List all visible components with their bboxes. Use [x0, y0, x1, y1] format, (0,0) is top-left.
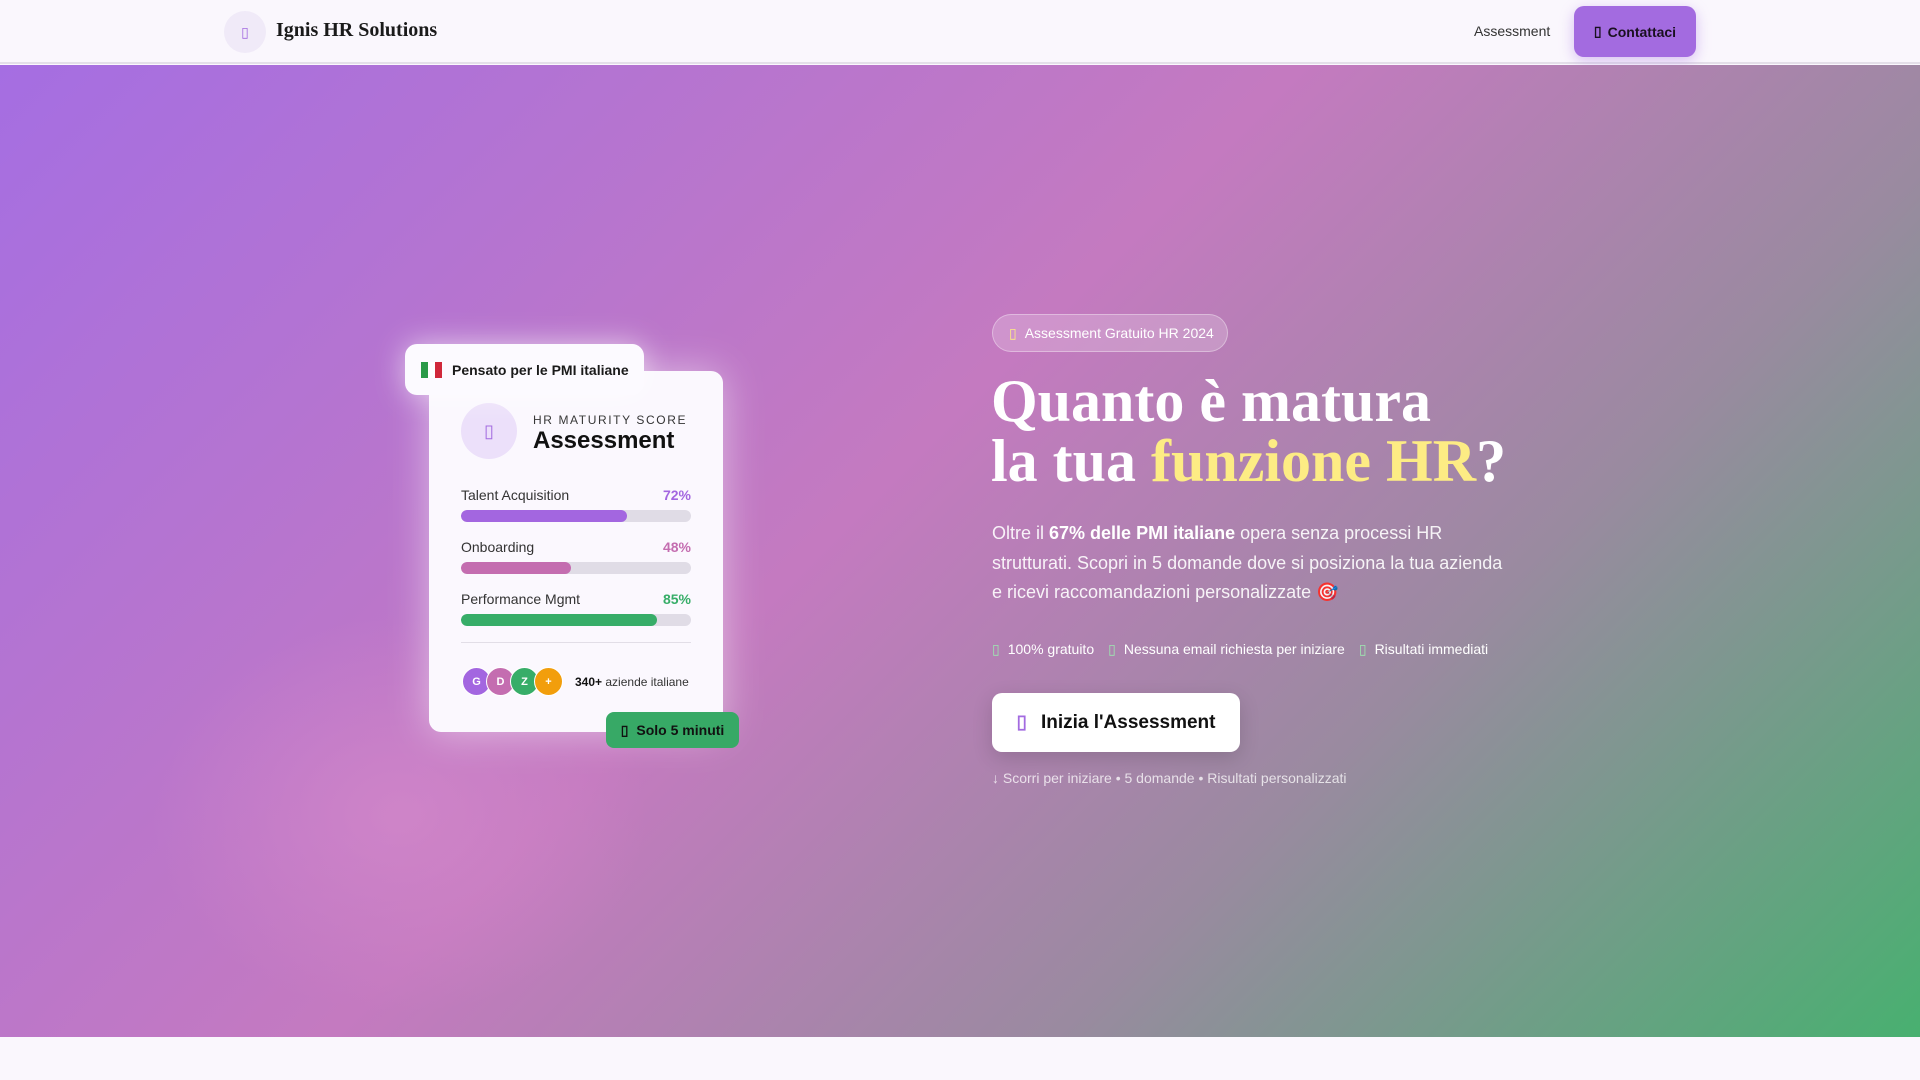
contact-button[interactable]: ▯ Contattaci — [1574, 6, 1696, 57]
progress-fill — [461, 510, 627, 522]
hero-description: Oltre il 67% delle PMI italiane opera se… — [992, 519, 1512, 608]
hero-section: ▯ HR MATURITY SCORE Assessment Talent Ac… — [0, 65, 1920, 1037]
progress-fill — [461, 562, 572, 574]
tag-label: Pensato per le PMI italiane — [452, 361, 629, 378]
hero-badge: ▯ Assessment Gratuito HR 2024 — [992, 314, 1228, 352]
metric-value: 48% — [662, 539, 691, 555]
metric-label: Onboarding — [461, 539, 535, 555]
avatar-stack: G D Z + — [462, 667, 563, 696]
benefit-item: ▯ Nessuna email richiesta per iniziare — [1108, 641, 1345, 658]
italy-flag-icon — [421, 361, 442, 378]
start-label: Inizia l'Assessment — [1040, 711, 1216, 733]
companies-count: 340+ aziende italiane — [575, 675, 689, 689]
score-card: ▯ HR MATURITY SCORE Assessment Talent Ac… — [429, 371, 723, 732]
benefit-label: 100% gratuito — [1007, 641, 1095, 657]
progress-bar — [461, 562, 691, 574]
metric-performance: Performance Mgmt 85% — [461, 591, 691, 626]
metric-label: Talent Acquisition — [461, 487, 570, 503]
clock-icon: ▯ — [620, 721, 629, 738]
title-highlight: funzione HR — [1151, 428, 1477, 494]
start-assessment-button[interactable]: ▯ Inizia l'Assessment — [992, 693, 1240, 752]
count-number: 340+ — [575, 675, 603, 689]
metric-value: 85% — [662, 591, 691, 607]
badge-label: Assessment Gratuito HR 2024 — [1024, 325, 1214, 341]
check-icon: ▯ — [1358, 641, 1367, 657]
play-icon: ▯ — [1016, 712, 1027, 733]
divider — [461, 642, 691, 643]
metric-onboarding: Onboarding 48% — [461, 539, 691, 574]
check-icon: ▯ — [992, 641, 1000, 657]
nav-link-assessment[interactable]: Assessment — [1474, 23, 1550, 39]
progress-bar — [461, 614, 691, 626]
metric-label: Performance Mgmt — [461, 591, 581, 607]
duration-pill: ▯ Solo 5 minuti — [606, 712, 739, 748]
top-nav: ▯ Ignis HR Solutions Assessment ▯ Contatt… — [0, 0, 1920, 64]
brand-name[interactable]: Ignis HR Solutions — [276, 19, 437, 42]
title-question-mark: ? — [1476, 428, 1507, 494]
title-line-1: Quanto è matura — [991, 368, 1431, 434]
benefit-item: ▯ 100% gratuito — [992, 641, 1094, 658]
benefit-label: Risultati immediati — [1374, 641, 1489, 657]
progress-fill — [461, 614, 657, 626]
envelope-icon: ▯ — [1593, 23, 1602, 39]
card-subtitle: HR MATURITY SCORE — [533, 413, 688, 427]
progress-bar — [461, 510, 691, 522]
card-title: Assessment — [533, 427, 675, 454]
avatar: + — [534, 667, 563, 696]
chart-icon: ▯ — [461, 403, 517, 459]
title-line-2: la tua — [991, 428, 1152, 494]
duration-label: Solo 5 minuti — [636, 722, 725, 738]
benefit-label: Nessuna email richiesta per iniziare — [1123, 641, 1345, 657]
count-label: aziende italiane — [605, 675, 689, 689]
metric-value: 72% — [662, 487, 691, 503]
check-icon: ▯ — [1108, 641, 1116, 657]
desc-highlight: 67% delle PMI italiane — [1049, 523, 1236, 543]
logo-icon: ▯ — [224, 11, 266, 53]
contact-label: Contattaci — [1607, 23, 1677, 40]
desc-part: Oltre il — [992, 523, 1050, 543]
benefit-item: ▯ Risultati immediati — [1359, 641, 1488, 658]
star-icon: ▯ — [1009, 324, 1017, 341]
scroll-hint: ↓ Scorri per iniziare • 5 domande • Risu… — [992, 770, 1347, 786]
pmi-tag: Pensato per le PMI italiane — [405, 344, 644, 395]
benefits-list: ▯ 100% gratuito ▯ Nessuna email richiesta … — [992, 641, 1488, 658]
hero-title: Quanto è matura la tua funzione HR? — [991, 371, 1506, 491]
metric-talent: Talent Acquisition 72% — [461, 487, 691, 522]
